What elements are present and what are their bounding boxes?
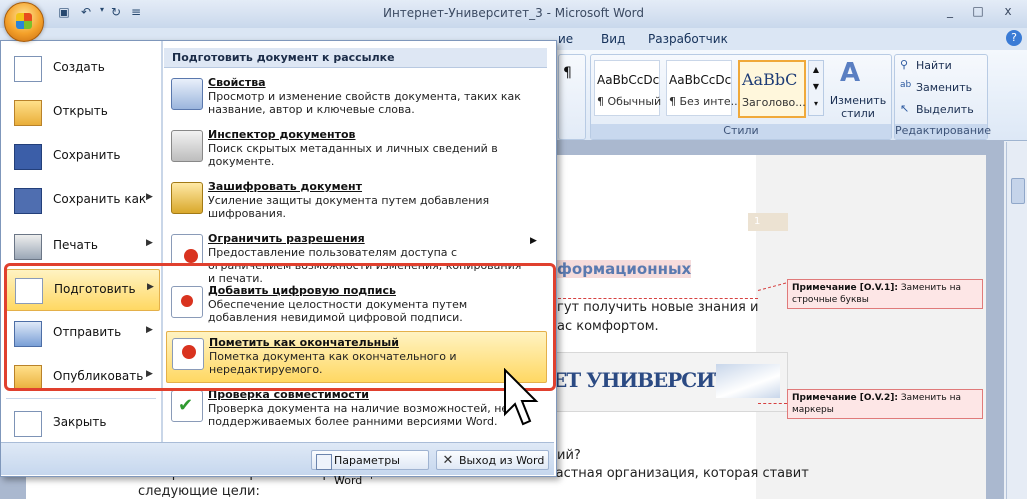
submenu-item-encrypt[interactable]: Зашифровать документ Усиление защиты док… [166, 176, 545, 226]
scroll-thumb[interactable] [1011, 178, 1025, 204]
menu-item-label: Создать [53, 60, 105, 74]
styles-group-label: Стили [591, 124, 891, 139]
logo-swoosh [716, 364, 780, 398]
office-button[interactable] [4, 2, 44, 42]
tab-developer[interactable]: Разработчик [648, 32, 728, 46]
doc-line-5: следующие цели: [138, 484, 260, 499]
minimize-button[interactable]: _ [938, 4, 962, 22]
menu-item-open[interactable]: Открыть [6, 92, 158, 132]
replace-button[interactable]: Заменить [916, 81, 972, 94]
menu-item-save[interactable]: Сохранить [6, 136, 158, 176]
office-logo-icon [16, 13, 32, 29]
options-icon [316, 454, 332, 470]
submenu-item-compatibility[interactable]: ✔ Проверка совместимости Проверка докуме… [166, 384, 545, 434]
doc-line-2: ас комфортом. [557, 319, 659, 334]
undo-qat-icon[interactable]: ↶ [78, 5, 94, 21]
comment-connector-1 [558, 298, 758, 299]
compatibility-check-icon: ✔ [171, 390, 203, 422]
styles-scroll[interactable]: ▲ ▼ ▾ [808, 60, 824, 116]
style-sample: AaBbCcDc [597, 73, 660, 87]
inspector-icon [171, 130, 203, 162]
word-options-button[interactable]: Параметры Word [311, 450, 429, 487]
submenu-item-title: Зашифровать документ [208, 180, 363, 193]
pilcrow-icon[interactable]: ¶ [563, 65, 572, 81]
menu-item-label: Открыть [53, 104, 108, 118]
menu-item-label: Закрыть [53, 415, 107, 429]
menu-item-new[interactable]: Создать [6, 48, 158, 88]
page-number-tag: 1 [748, 213, 788, 231]
comment-2[interactable]: Примечание [O.V.2]: Заменить на маркеры [787, 389, 983, 419]
menu-item-label: Печать [53, 238, 98, 252]
menu-item-close[interactable]: Закрыть [6, 403, 158, 443]
window-title: Интернет-Университет_3 - Microsoft Word [382, 6, 644, 20]
submenu-arrow-icon: ▶ [146, 238, 153, 248]
binoculars-icon: ⚲ [900, 58, 909, 71]
exit-word-label: Выход из Word [459, 454, 545, 467]
style-no-spacing[interactable]: AaBbCcDc ¶ Без инте... [666, 60, 741, 116]
close-x-icon: ✕ [442, 453, 454, 468]
menu-separator [6, 398, 156, 399]
style-heading[interactable]: AaBbC Заголово... [738, 60, 806, 118]
select-button[interactable]: Выделить [916, 103, 974, 116]
submenu-arrow-icon: ▶ [530, 236, 537, 246]
vertical-scrollbar[interactable] [1006, 142, 1027, 499]
save-as-icon [14, 188, 42, 214]
submenu-header: Подготовить документ к рассылке [164, 48, 547, 68]
menu-item-save-as[interactable]: Сохранить как ▶ [6, 180, 158, 220]
doc-line-1: гут получить новые знания и [557, 300, 759, 315]
style-name: ¶ Обычный [597, 95, 662, 108]
printer-icon [14, 234, 42, 260]
floppy-disk-icon [14, 144, 42, 170]
style-normal[interactable]: AaBbCcDc ¶ Обычный [594, 60, 662, 116]
submenu-item-desc: Поиск скрытых метаданных и личных сведен… [208, 142, 498, 168]
maximize-button[interactable]: □ [966, 4, 990, 22]
redo-qat-icon[interactable]: ↻ [108, 5, 124, 21]
help-icon[interactable]: ? [1006, 30, 1022, 46]
restrict-permission-icon [171, 234, 203, 266]
change-styles-label[interactable]: Изменить стили [828, 94, 888, 120]
submenu-item-desc: Проверка документа на наличие возможност… [208, 402, 509, 428]
submenu-item-inspect[interactable]: Инспектор документов Поиск скрытых метад… [166, 124, 545, 174]
properties-icon [171, 78, 203, 110]
comment-connector-2 [758, 403, 787, 404]
save-qat-icon[interactable]: ▣ [56, 5, 72, 21]
lock-key-icon [171, 182, 203, 214]
submenu-item-desc: Просмотр и изменение свойств документа, … [208, 90, 521, 116]
paragraph-group: ¶ [558, 54, 586, 140]
comment-label: Примечание [O.V.2]: [792, 393, 898, 403]
style-name: Заголово... [742, 96, 806, 109]
customize-qat-icon[interactable]: ≡ [128, 5, 144, 21]
comment-label: Примечание [O.V.1]: [792, 283, 898, 293]
style-name: ¶ Без инте... [669, 95, 742, 108]
tab-review[interactable]: ие [558, 32, 573, 46]
new-document-icon [14, 56, 42, 82]
replace-icon: ab [900, 80, 912, 90]
open-folder-icon [14, 100, 42, 126]
close-document-icon [14, 411, 42, 437]
editing-group-label: Редактирование [895, 124, 991, 139]
submenu-arrow-icon: ▶ [146, 192, 153, 202]
menu-item-label: Сохранить как [53, 192, 147, 206]
submenu-item-title: Свойства [208, 76, 266, 89]
menu-item-label: Сохранить [53, 148, 121, 162]
exit-word-button[interactable]: ✕ Выход из Word [436, 450, 549, 470]
change-styles-icon[interactable]: A [840, 58, 860, 88]
highlight-frame [4, 263, 556, 391]
cursor-select-icon: ↖ [900, 102, 910, 115]
markup-area [756, 155, 986, 499]
submenu-item-title: Инспектор документов [208, 128, 356, 141]
style-sample: AaBbC [742, 70, 798, 89]
find-button[interactable]: Найти [916, 59, 952, 72]
style-sample: AaBbCcDc [669, 73, 732, 87]
submenu-item-properties[interactable]: Свойства Просмотр и изменение свойств до… [166, 72, 545, 122]
doc-line-3: ий? [557, 448, 581, 463]
menu-item-print[interactable]: Печать ▶ [6, 226, 158, 266]
mouse-pointer-icon [504, 368, 539, 426]
submenu-item-title: Ограничить разрешения [208, 232, 365, 245]
comment-1[interactable]: Примечание [O.V.1]: Заменить на строчные… [787, 279, 983, 309]
heading-fragment: формационных [557, 260, 692, 278]
close-button[interactable]: x [996, 4, 1020, 22]
tab-view[interactable]: Вид [601, 32, 625, 46]
submenu-item-desc: Усиление защиты документа путем добавлен… [208, 194, 490, 220]
